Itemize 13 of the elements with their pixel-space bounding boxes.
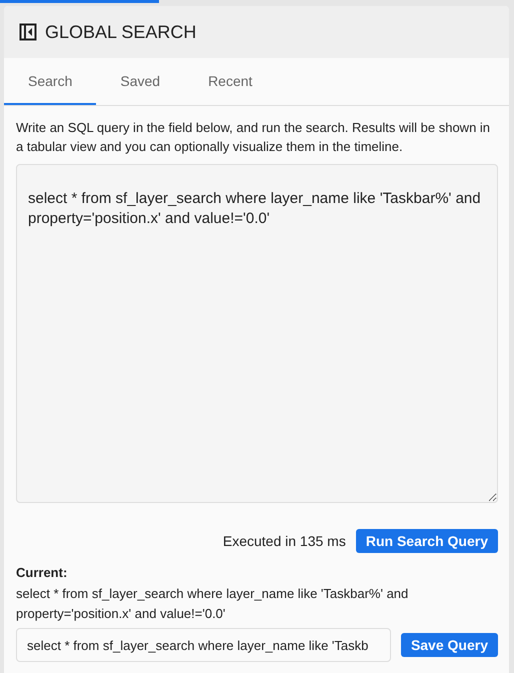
query-field[interactable]: select * from sf_layer_search where layer_name like 'Taskbar%' and property='position.x' and value!='0.0' <box>16 164 498 503</box>
instructions-text: Write an SQL query in the field below, and run the search. Results will be shown in a tabular view and you can optionally visualize them in the timeline. <box>16 119 492 156</box>
collapse-panel-icon[interactable] <box>19 23 37 41</box>
run-search-button[interactable]: Run Search Query <box>356 529 498 553</box>
panel-title: GLOBAL SEARCH <box>45 22 196 42</box>
tab[interactable]: Saved <box>96 58 184 105</box>
execution-time-text: Executed in 135 ms <box>222 533 346 549</box>
tab[interactable]: Search <box>4 58 96 105</box>
query-name-field[interactable]: select * from sf_layer_search where layer_name like 'Taskb <box>16 628 391 662</box>
current-label: Current: <box>16 565 68 580</box>
current-query-text: select * from sf_layer_search where layer_name like 'Taskbar%' and property='position.x' and value!='0.0' <box>16 585 410 623</box>
tab[interactable]: Recent <box>184 58 276 105</box>
save-query-button[interactable]: Save Query <box>400 633 498 657</box>
